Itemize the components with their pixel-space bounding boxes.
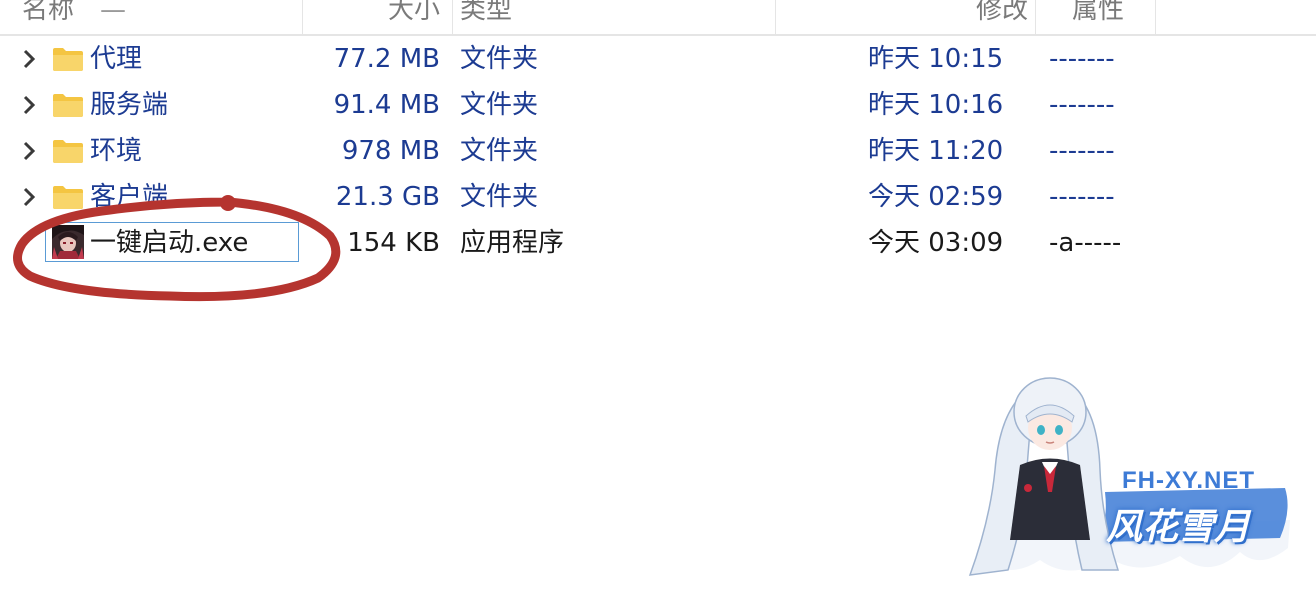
folder-icon — [53, 94, 83, 117]
column-header-attributes[interactable]: 属性 — [1072, 0, 1124, 34]
file-name[interactable]: 服务端 — [90, 83, 168, 127]
file-name[interactable]: 一键启动.exe — [90, 221, 248, 265]
file-modified: 今天 03:09 — [868, 228, 1004, 258]
file-type: 文件夹 — [460, 44, 539, 74]
folder-row[interactable]: 客户端 21.3 GB 文件夹 今天 02:59 ------- — [0, 175, 1316, 219]
file-modified: 昨天 10:15 — [868, 44, 1004, 74]
file-type: 应用程序 — [460, 228, 565, 258]
file-modified: 今天 02:59 — [868, 182, 1004, 212]
folder-icon — [53, 186, 83, 209]
file-size: 978 MB — [341, 136, 440, 166]
column-header-type[interactable]: 类型 — [460, 0, 512, 34]
folder-row[interactable]: 环境 978 MB 文件夹 昨天 11:20 ------- — [0, 129, 1316, 173]
file-name[interactable]: 代理 — [90, 37, 142, 81]
folder-row[interactable]: 代理 77.2 MB 文件夹 昨天 10:15 ------- — [0, 37, 1316, 81]
column-divider[interactable] — [775, 0, 776, 34]
folder-row[interactable]: 服务端 91.4 MB 文件夹 昨天 10:16 ------- — [0, 83, 1316, 127]
column-divider[interactable] — [302, 0, 303, 34]
file-size: 77.2 MB — [333, 44, 440, 74]
file-attributes: ------- — [1049, 136, 1115, 166]
column-divider[interactable] — [452, 0, 453, 34]
chevron-right-icon[interactable] — [20, 45, 40, 73]
file-size: 154 KB — [347, 228, 440, 258]
file-type: 文件夹 — [460, 136, 539, 166]
file-row[interactable]: 一键启动.exe 154 KB 应用程序 今天 03:09 -a----- — [0, 221, 1316, 265]
file-modified: 昨天 10:16 — [868, 90, 1004, 120]
sort-indicator-icon: — — [100, 0, 126, 25]
file-type: 文件夹 — [460, 90, 539, 120]
column-header-name[interactable]: 名称 — [22, 0, 74, 34]
file-name[interactable]: 客户端 — [90, 175, 168, 219]
file-size: 21.3 GB — [335, 182, 440, 212]
folder-icon — [53, 140, 83, 163]
chevron-right-icon[interactable] — [20, 91, 40, 119]
watermark: FH-XY.NET 风花雪月 — [940, 370, 1300, 585]
chevron-right-icon[interactable] — [20, 183, 40, 211]
chevron-right-icon[interactable] — [20, 137, 40, 165]
file-explorer-view: 名称 — 大小 类型 修改 属性 代理 77.2 MB 文件夹 昨天 10:15… — [0, 0, 1316, 592]
watermark-brand: 风花雪月 — [1106, 507, 1251, 548]
column-header-size[interactable]: 大小 — [388, 0, 440, 34]
folder-icon — [53, 48, 83, 71]
file-size: 91.4 MB — [333, 90, 440, 120]
column-divider[interactable] — [1155, 0, 1156, 34]
column-header-modified[interactable]: 修改 — [976, 0, 1028, 34]
column-divider[interactable] — [1035, 0, 1036, 34]
column-header: 名称 — 大小 类型 修改 属性 — [0, 0, 1316, 36]
watermark-url: FH-XY.NET — [1122, 467, 1256, 494]
file-type: 文件夹 — [460, 182, 539, 212]
file-attributes: ------- — [1049, 44, 1115, 74]
file-modified: 昨天 11:20 — [868, 136, 1004, 166]
file-attributes: ------- — [1049, 182, 1115, 212]
file-name[interactable]: 环境 — [90, 129, 142, 173]
file-attributes: -a----- — [1049, 228, 1122, 258]
app-character-icon — [52, 225, 84, 259]
file-attributes: ------- — [1049, 90, 1115, 120]
